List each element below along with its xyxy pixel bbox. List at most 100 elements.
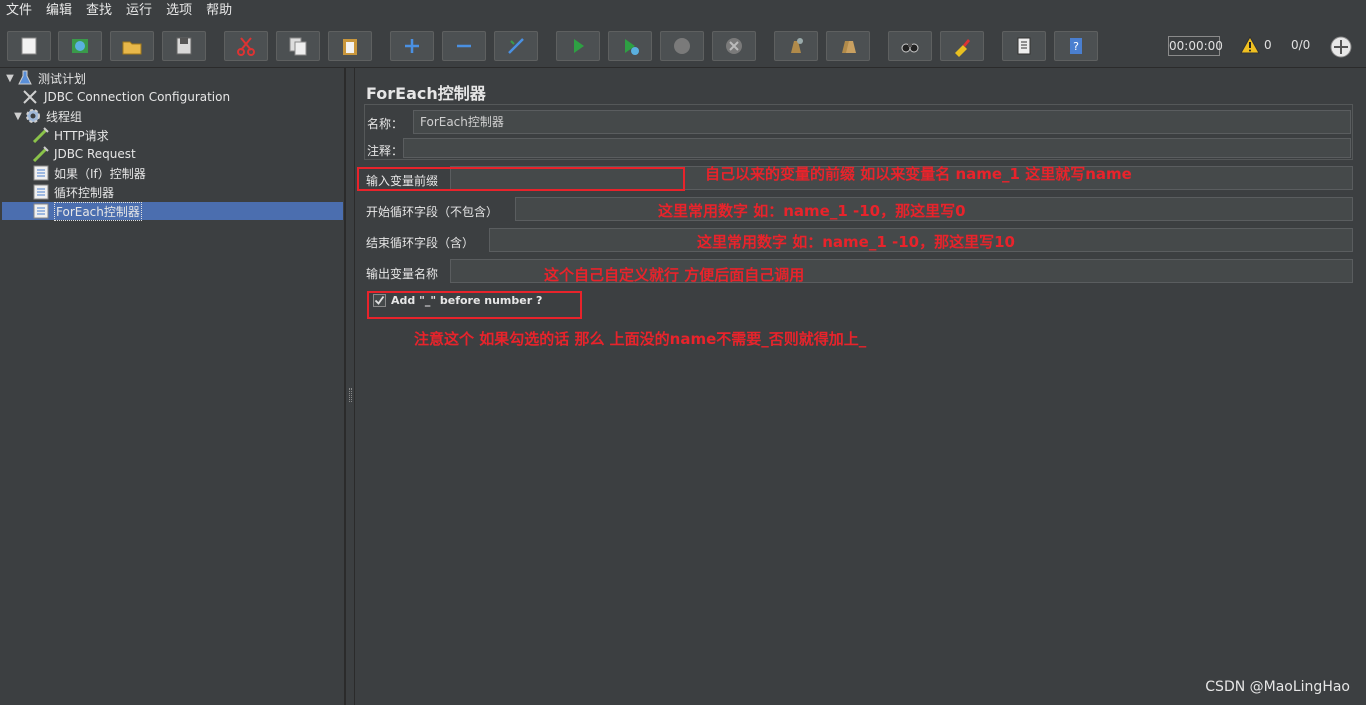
comment-label: 注释： [367, 144, 404, 158]
splitter-grip[interactable] [349, 388, 352, 402]
sampler-icon [32, 127, 50, 143]
clear-icon [791, 38, 803, 53]
controller-icon [32, 203, 50, 219]
sampler-icon [32, 146, 50, 162]
split-pane-divider[interactable] [345, 68, 355, 705]
name-label: 名称： [367, 117, 404, 131]
warning-icon [1240, 36, 1260, 54]
csdn-watermark: CSDN @MaoLingHao [1205, 679, 1350, 695]
jmeter-window: 文件 编辑 查找 运行 选项 帮助 ? 00:00:00 0 0/0 ▼ 测试计… [0, 0, 1366, 705]
output-variable-label: 输出变量名称 [366, 267, 439, 281]
shutdown-icon [726, 38, 742, 54]
menu-file[interactable]: 文件 [6, 0, 32, 22]
copy-button[interactable] [276, 31, 320, 61]
remote-start-icon[interactable] [1329, 35, 1353, 59]
templates-button[interactable] [58, 31, 102, 61]
new-button[interactable] [7, 31, 51, 61]
menu-help[interactable]: 帮助 [206, 0, 232, 22]
controller-icon [32, 184, 50, 200]
expand-icon [405, 39, 419, 53]
function-helper-button[interactable] [1002, 31, 1046, 61]
annotation-start-index: 这里常用数字 如：name_1 -10，那这里写0 [658, 202, 966, 220]
menu-bar: 文件 编辑 查找 运行 选项 帮助 [0, 0, 1366, 22]
test-plan-tree: ▼ 测试计划 JDBC Connection Configuration ▼ 线… [0, 68, 345, 705]
thread-group-icon [24, 108, 42, 124]
menu-run[interactable]: 运行 [126, 0, 152, 22]
cut-icon [237, 37, 255, 56]
name-field[interactable]: ForEach控制器 [413, 110, 1351, 134]
toggle-icon [508, 38, 524, 54]
menu-edit[interactable]: 编辑 [46, 0, 72, 22]
collapse-icon [457, 44, 471, 48]
start-no-pause-button[interactable] [608, 31, 652, 61]
templates-icon [72, 39, 88, 53]
tree-node-jdbc-config[interactable]: JDBC Connection Configuration [22, 88, 230, 106]
tree-node-label: 测试计划 [38, 71, 87, 86]
active-threads: 0/0 [1291, 38, 1311, 52]
end-index-label: 结束循环字段（含） [366, 236, 475, 250]
tree-node-label: HTTP请求 [54, 128, 109, 143]
clear-all-icon [842, 41, 856, 53]
paste-icon [343, 39, 357, 55]
tree-node-loop-controller[interactable]: 循环控制器 [32, 183, 114, 201]
test-plan-icon [16, 70, 34, 86]
annotation-output-variable: 这个自己自定义就行 方便后面自己调用 [544, 266, 805, 284]
collapse-arrow-icon[interactable]: ▼ [4, 73, 16, 84]
help-button[interactable]: ? [1054, 31, 1098, 61]
toggle-button[interactable] [494, 31, 538, 61]
expand-button[interactable] [390, 31, 434, 61]
save-button[interactable] [162, 31, 206, 61]
menu-search[interactable]: 查找 [86, 0, 112, 22]
open-button[interactable] [110, 31, 154, 61]
shutdown-button[interactable] [712, 31, 756, 61]
help-icon: ? [1070, 38, 1082, 54]
start-icon [574, 39, 584, 53]
tree-node-label: 如果（If）控制器 [54, 166, 146, 181]
svg-text:?: ? [1073, 40, 1079, 53]
menu-options[interactable]: 选项 [166, 0, 192, 22]
annotation-box-prefix [357, 167, 685, 191]
toolbar: ? 00:00:00 0 0/0 [0, 22, 1366, 68]
stop-icon [674, 38, 690, 54]
annotation-box-checkbox [367, 291, 582, 319]
function-helper-icon [1017, 37, 1031, 55]
elapsed-timer: 00:00:00 [1168, 36, 1223, 56]
search-button[interactable] [888, 31, 932, 61]
warning-count: 0 [1264, 38, 1272, 52]
config-icon [22, 89, 40, 105]
tree-node-label: 线程组 [46, 109, 83, 124]
cut-button[interactable] [224, 31, 268, 61]
stop-button[interactable] [660, 31, 704, 61]
panel-title: ForEach控制器 [366, 84, 486, 103]
start-index-label: 开始循环字段（不包含） [366, 205, 499, 219]
tree-node-label: JDBC Connection Configuration [44, 90, 231, 104]
tree-node-jdbc-request[interactable]: JDBC Request [32, 145, 136, 163]
reset-search-icon [955, 39, 970, 57]
save-icon [176, 37, 192, 55]
copy-icon [289, 37, 307, 56]
tree-node-test-plan[interactable]: ▼ 测试计划 [4, 69, 86, 87]
tree-node-label: 循环控制器 [54, 185, 115, 200]
tree-node-http-request[interactable]: HTTP请求 [32, 126, 109, 144]
tree-node-thread-group[interactable]: ▼ 线程组 [12, 107, 82, 125]
start-no-pause-icon [625, 39, 639, 55]
annotation-checkbox-note: 注意这个 如果勾选的话 那么 上面没的name不需要_否则就得加上_ [414, 330, 867, 348]
collapse-arrow-icon[interactable]: ▼ [12, 111, 24, 122]
tree-node-if-controller[interactable]: 如果（If）控制器 [32, 164, 146, 182]
open-icon [122, 41, 142, 55]
reset-search-button[interactable] [940, 31, 984, 61]
controller-icon [32, 165, 50, 181]
annotation-prefix: 自己以来的变量的前缀 如以来变量名 name_1 这里就写name [705, 165, 1132, 183]
clear-all-button[interactable] [826, 31, 870, 61]
tree-node-label: JDBC Request [54, 147, 136, 161]
search-icon [901, 43, 919, 53]
clear-button[interactable] [774, 31, 818, 61]
start-button[interactable] [556, 31, 600, 61]
collapse-button[interactable] [442, 31, 486, 61]
tree-node-foreach-controller[interactable]: ForEach控制器 [2, 201, 343, 221]
warning-indicator[interactable]: 0 [1240, 36, 1272, 54]
comment-field[interactable] [403, 138, 1351, 158]
tree-node-label: ForEach控制器 [54, 201, 142, 221]
paste-button[interactable] [328, 31, 372, 61]
new-icon [21, 37, 37, 55]
